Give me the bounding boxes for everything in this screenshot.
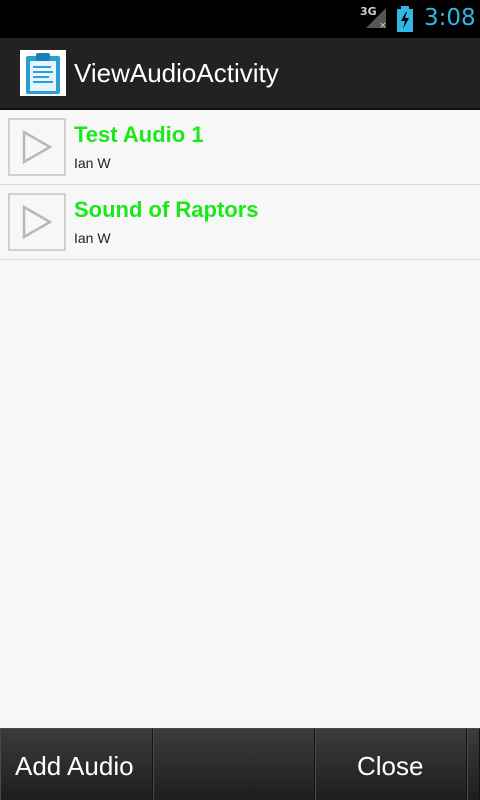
action-bar: ViewAudioActivity xyxy=(0,38,480,110)
audio-title: Test Audio 1 xyxy=(74,122,204,147)
page-title: ViewAudioActivity xyxy=(74,58,279,88)
bottom-button-bar: Add Audio Close xyxy=(0,728,480,800)
close-button[interactable]: Close xyxy=(315,729,467,800)
clipboard-icon[interactable] xyxy=(20,50,66,96)
play-button[interactable] xyxy=(8,193,66,251)
audio-title: Sound of Raptors xyxy=(74,197,259,222)
play-button[interactable] xyxy=(8,118,66,176)
battery-charging-icon xyxy=(397,6,413,32)
screen: × 3G 3:08 ViewAudioActivity Test Audio 1… xyxy=(0,0,480,800)
svg-text:×: × xyxy=(379,21,387,30)
list-item[interactable]: Sound of Raptors Ian W xyxy=(0,185,480,260)
blank-button[interactable] xyxy=(153,729,315,800)
network-type-label: 3G xyxy=(360,5,377,18)
play-icon xyxy=(22,129,53,165)
add-audio-label: Add Audio xyxy=(15,751,134,781)
audio-author: Ian W xyxy=(74,155,111,171)
clock: 3:08 xyxy=(424,5,476,31)
status-bar: × 3G 3:08 xyxy=(0,0,480,38)
add-audio-button[interactable]: Add Audio xyxy=(0,729,153,800)
audio-list: Test Audio 1 Ian W Sound of Raptors Ian … xyxy=(0,110,480,260)
play-icon xyxy=(22,204,53,240)
close-label: Close xyxy=(357,751,424,781)
edge-button xyxy=(467,729,480,800)
audio-author: Ian W xyxy=(74,230,111,246)
list-item[interactable]: Test Audio 1 Ian W xyxy=(0,110,480,185)
